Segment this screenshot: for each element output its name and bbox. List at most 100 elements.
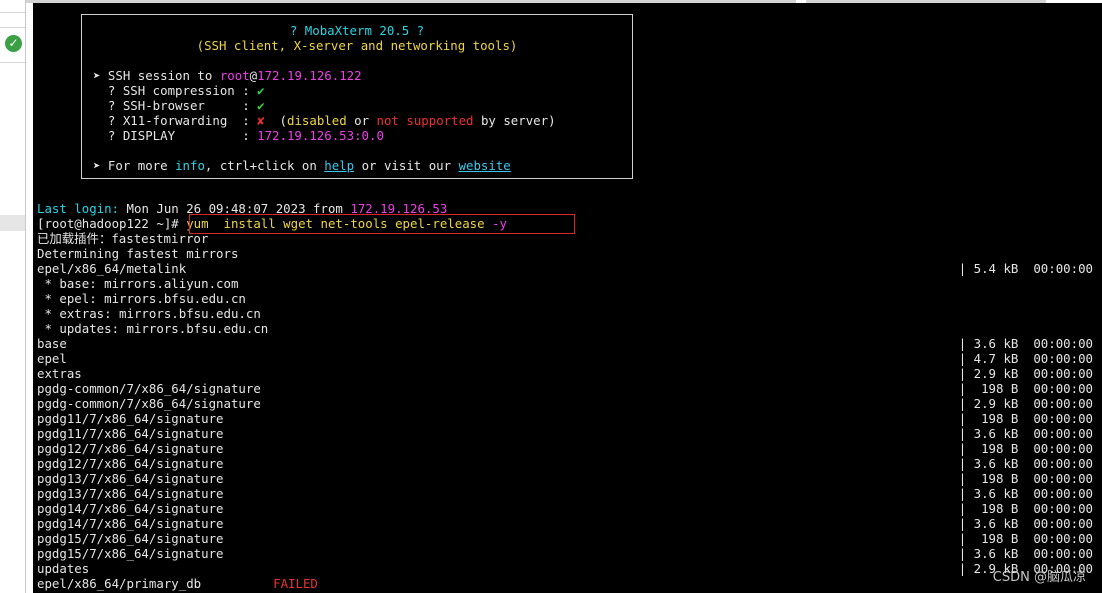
output-left: pgdg15/7/x86_64/signature — [37, 531, 224, 546]
output-right: | 3.6 kB 00:00:00 — [958, 426, 1093, 441]
terminal-screen[interactable]: ? MobaXterm 20.5 ? (SSH client, X-server… — [33, 3, 1102, 593]
help-link[interactable]: help — [324, 158, 354, 173]
output-left: pgdg12/7/x86_64/signature — [37, 441, 224, 456]
login-label: Last login: — [37, 201, 120, 216]
output-line: extras — [37, 366, 82, 381]
output-line: pgdg-common/7/x86_64/signature — [37, 381, 261, 396]
website-link[interactable]: website — [459, 158, 511, 173]
x11-disabled: disabled — [286, 113, 347, 128]
sidebar-selected-row[interactable] — [0, 215, 25, 231]
output-line: pgdg15/7/x86_64/signature — [37, 546, 224, 561]
output-line: base — [37, 336, 67, 351]
x11-open: ( — [264, 113, 287, 128]
output-line: Determining fastest mirrors — [37, 246, 238, 261]
output-line: pgdg12/7/x86_64/signature — [37, 441, 224, 456]
output-line: pgdg13/7/x86_64/signature — [37, 486, 224, 501]
sidebar-row[interactable] — [0, 12, 25, 28]
output-left: pgdg11/7/x86_64/signature — [37, 426, 224, 441]
output-line: 已加载插件：fastestmirror — [37, 231, 208, 246]
output-left: Determining fastest mirrors — [37, 246, 239, 261]
row-label: ? SSH compression : — [93, 83, 258, 98]
output-left: * base: mirrors.aliyun.com — [37, 276, 239, 291]
session-host: 172.19.126.122 — [257, 68, 362, 83]
cross-mark-icon: ✘ — [257, 113, 265, 128]
display-value: 172.19.126.53:0.0 — [257, 128, 384, 143]
output-left: epel — [37, 351, 67, 366]
output-right: | 5.4 kB 00:00:00 — [958, 261, 1093, 276]
output-left: * extras: mirrors.bfsu.edu.cn — [37, 306, 261, 321]
output-left: pgdg-common/7/x86_64/signature — [37, 381, 261, 396]
display-line: ? DISPLAY : 172.19.126.53:0.0 — [93, 128, 384, 143]
check-mark-icon: ✔ — [257, 98, 265, 113]
download-failed-line: epel/x86_64/primary_db FAILED — [37, 576, 318, 591]
output-line: epel/x86_64/metalink — [37, 261, 186, 276]
output-left: extras — [37, 366, 82, 381]
output-line: * epel: mirrors.bfsu.edu.cn — [37, 291, 246, 306]
output-line: pgdg12/7/x86_64/signature — [37, 456, 224, 471]
sidebar-row[interactable] — [0, 27, 25, 63]
banner-subtitle: (SSH client, X-server and networking too… — [196, 38, 518, 53]
output-left: pgdg14/7/x86_64/signature — [37, 516, 224, 531]
ssh-compression-line: ? SSH compression : ✔ — [93, 83, 265, 98]
output-left: * updates: mirrors.bfsu.edu.cn — [37, 321, 269, 336]
output-left: pgdg12/7/x86_64/signature — [37, 456, 224, 471]
x11-not-supported: not supported — [376, 113, 474, 128]
more-prefix: ➤ For more — [93, 158, 176, 173]
output-line: pgdg14/7/x86_64/signature — [37, 501, 224, 516]
output-right: | 3.6 kB 00:00:00 — [958, 336, 1093, 351]
output-line: * extras: mirrors.bfsu.edu.cn — [37, 306, 261, 321]
output-left: pgdg13/7/x86_64/signature — [37, 486, 224, 501]
watermark: CSDN @脑瓜凉 — [992, 570, 1086, 585]
output-line: * updates: mirrors.bfsu.edu.cn — [37, 321, 268, 336]
output-right: | 2.9 kB 00:00:00 — [958, 366, 1093, 381]
output-right: | 198 B 00:00:00 — [958, 441, 1093, 456]
output-right: | 4.7 kB 00:00:00 — [958, 351, 1093, 366]
output-left: pgdg15/7/x86_64/signature — [37, 546, 224, 561]
output-right: | 3.6 kB 00:00:00 — [958, 456, 1093, 471]
session-line: ➤ SSH session to root@172.19.126.122 — [93, 68, 362, 83]
output-left: epel/x86_64/metalink — [37, 261, 187, 276]
output-left: base — [37, 336, 67, 351]
output-left: epel/x86_64/primary_db — [37, 576, 202, 591]
output-left: pgdg-common/7/x86_64/signature — [37, 396, 261, 411]
row-label: ? SSH-browser : — [93, 98, 258, 113]
output-line: updates — [37, 561, 89, 576]
output-line: * base: mirrors.aliyun.com — [37, 276, 238, 291]
output-right: | 198 B 00:00:00 — [958, 411, 1093, 426]
output-line: pgdg13/7/x86_64/signature — [37, 471, 224, 486]
more-mid: , ctrl+click on — [204, 158, 325, 173]
info-text: info — [175, 158, 205, 173]
session-user: root — [219, 68, 250, 83]
failed-status: FAILED — [273, 576, 318, 591]
output-left: pgdg13/7/x86_64/signature — [37, 471, 224, 486]
more-mid2: or visit our — [354, 158, 459, 173]
ssh-browser-line: ? SSH-browser : ✔ — [93, 98, 265, 113]
output-line: pgdg11/7/x86_64/signature — [37, 426, 224, 441]
output-left: updates — [37, 561, 90, 576]
output-left: * epel: mirrors.bfsu.edu.cn — [37, 291, 246, 306]
welcome-banner: ? MobaXterm 20.5 ? (SSH client, X-server… — [81, 14, 633, 179]
output-left: 已加载插件：fastestmirror — [37, 231, 209, 246]
output-right: | 198 B 00:00:00 — [958, 471, 1093, 486]
output-line: pgdg11/7/x86_64/signature — [37, 411, 224, 426]
output-right: | 3.6 kB 00:00:00 — [958, 546, 1093, 561]
output-right: | 198 B 00:00:00 — [958, 501, 1093, 516]
shell-prompt: [root@hadoop122 ~]# — [37, 216, 187, 231]
output-line: pgdg14/7/x86_64/signature — [37, 516, 224, 531]
left-panel: ✓ — [0, 0, 26, 593]
command-highlight-box — [189, 214, 575, 234]
output-line: pgdg15/7/x86_64/signature — [37, 531, 224, 546]
x11-tail: by server) — [473, 113, 556, 128]
more-info-line: ➤ For more info, ctrl+click on help or v… — [93, 158, 511, 173]
output-left: pgdg11/7/x86_64/signature — [37, 411, 224, 426]
check-mark-icon: ✔ — [257, 83, 265, 98]
output-left: pgdg14/7/x86_64/signature — [37, 501, 224, 516]
banner-title: ? MobaXterm 20.5 ? — [289, 23, 425, 38]
output-right: | 3.6 kB 00:00:00 — [958, 486, 1093, 501]
output-line: epel — [37, 351, 67, 366]
x11-line: ? X11-forwarding : ✘ (disabled or not su… — [93, 113, 556, 128]
x11-or: or — [346, 113, 377, 128]
output-right: | 2.9 kB 00:00:00 — [958, 396, 1093, 411]
row-label: ? DISPLAY : — [93, 128, 258, 143]
output-right: | 198 B 00:00:00 — [958, 381, 1093, 396]
